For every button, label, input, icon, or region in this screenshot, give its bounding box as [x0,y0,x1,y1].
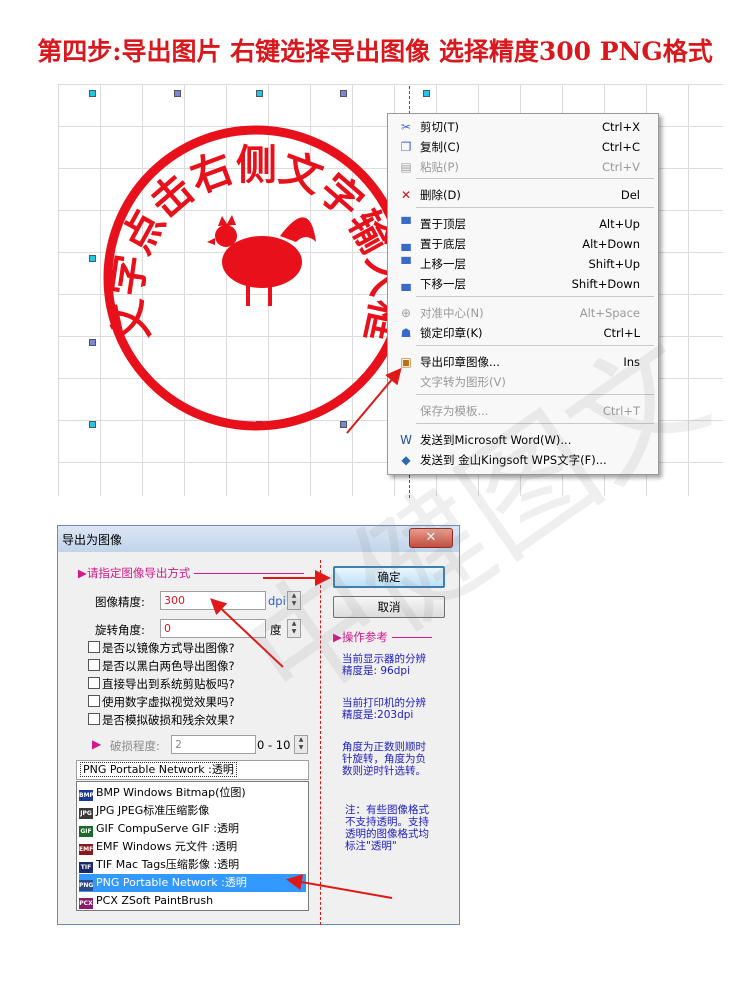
arrow-to-export-item [346,367,402,434]
arrow-to-png [286,874,393,899]
